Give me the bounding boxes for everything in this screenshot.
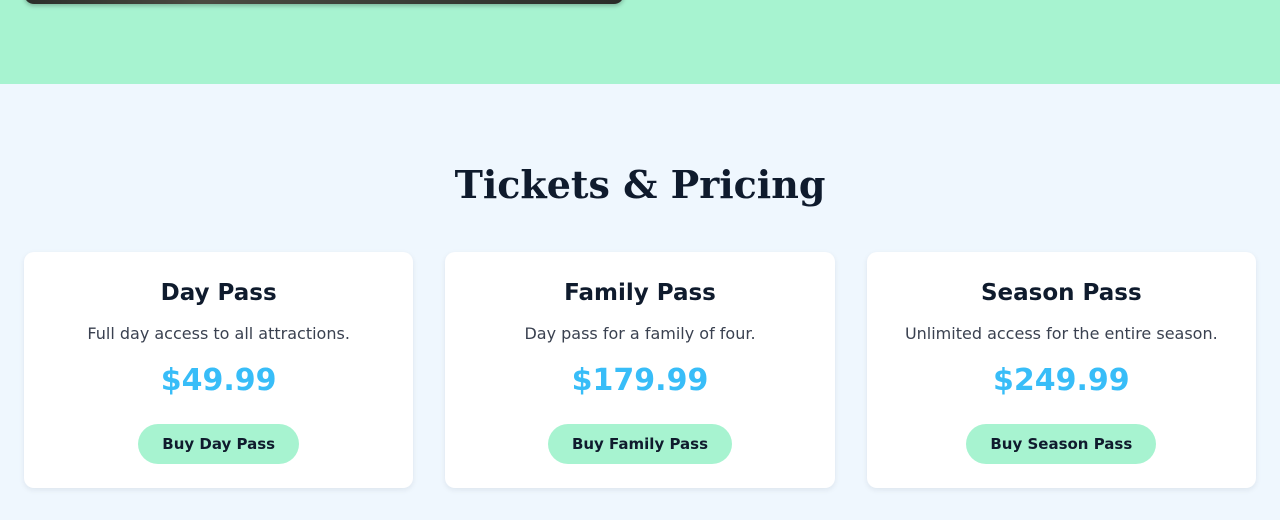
plan-price: $249.99: [993, 363, 1130, 398]
plan-description: Unlimited access for the entire season.: [904, 324, 1218, 343]
plan-price: $179.99: [571, 363, 709, 398]
hero-section: [0, 0, 1280, 84]
pricing-card-day-pass: Day Pass Full day access to all attracti…: [24, 252, 414, 488]
plan-name: Day Pass: [160, 280, 277, 306]
hero-image: [24, 0, 624, 4]
pricing-card-season-pass: Season Pass Unlimited access for the ent…: [866, 252, 1256, 488]
pricing-title: Tickets & Pricing: [454, 162, 826, 207]
buy-family-pass-button[interactable]: Buy Family Pass: [547, 424, 733, 464]
plan-description: Full day access to all attractions.: [87, 324, 350, 343]
plan-name: Family Pass: [564, 280, 716, 306]
plan-price: $49.99: [160, 363, 277, 398]
pricing-cards: Day Pass Full day access to all attracti…: [24, 252, 1256, 488]
plan-description: Day pass for a family of four.: [524, 324, 756, 343]
pricing-section: Tickets & Pricing Day Pass Full day acce…: [0, 84, 1280, 520]
pricing-card-family-pass: Family Pass Day pass for a family of fou…: [445, 252, 835, 488]
plan-name: Season Pass: [980, 280, 1142, 306]
buy-season-pass-button[interactable]: Buy Season Pass: [966, 424, 1157, 464]
buy-day-pass-button[interactable]: Buy Day Pass: [138, 424, 300, 464]
